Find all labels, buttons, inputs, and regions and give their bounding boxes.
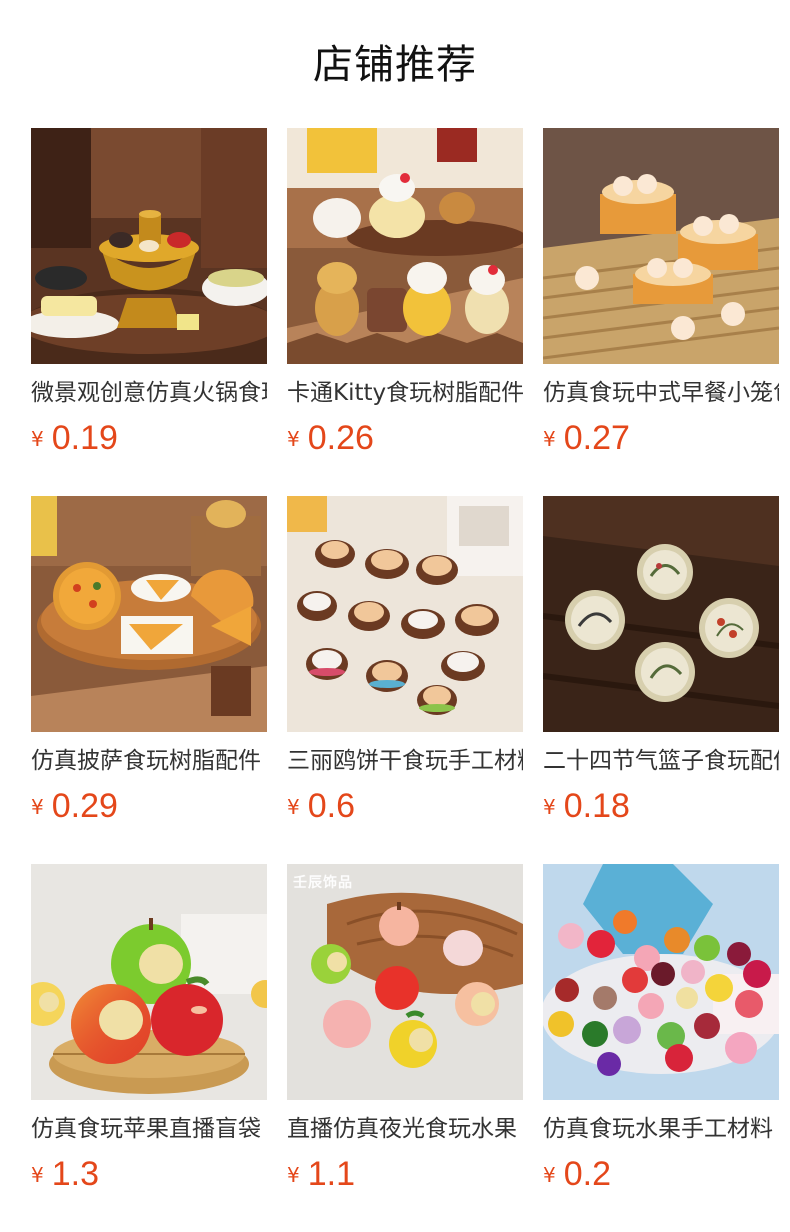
product-card[interactable]: 仿真披萨食玩树脂配件 ¥0.29 (31, 496, 267, 825)
currency-symbol: ¥ (31, 427, 44, 451)
product-card[interactable]: 壬辰饰品 直播仿真夜光食玩水果 ¥1.1 (287, 864, 523, 1193)
product-image-kitty[interactable] (287, 128, 523, 364)
product-image-steamed-buns[interactable] (543, 128, 779, 364)
product-price: ¥1.3 (31, 1152, 99, 1196)
product-image-hotpot[interactable] (31, 128, 267, 364)
currency-symbol: ¥ (287, 427, 300, 451)
image-watermark: 壬辰饰品 (293, 875, 353, 891)
currency-symbol: ¥ (31, 1163, 44, 1187)
price-value: 0.29 (51, 787, 118, 825)
product-image-glowing-fruit[interactable]: 壬辰饰品 (287, 864, 523, 1100)
section-title: 店铺推荐 (313, 42, 477, 88)
product-name[interactable]: 仿真食玩水果手工材料 (543, 1112, 779, 1146)
shop-recommendation-page: 店铺推荐 微景观创意仿真火锅食玩 ¥ 0.19 卡通Kitty食玩树脂配件 ¥ … (0, 0, 790, 1232)
product-price: ¥0.2 (543, 1152, 611, 1196)
product-name[interactable]: 仿真食玩苹果直播盲袋 (31, 1112, 267, 1146)
product-grid: 微景观创意仿真火锅食玩 ¥0.19 卡通Kitty食玩树脂配件 ¥ 0.26 仿… (31, 128, 779, 1193)
price-value: 0.6 (307, 787, 355, 825)
product-name[interactable]: 卡通Kitty食玩树脂配件 (287, 376, 523, 410)
product-name[interactable]: 直播仿真夜光食玩水果 (287, 1112, 523, 1146)
product-card[interactable]: 三丽鸥饼干食玩手工材料 ¥0.6 (287, 496, 523, 825)
product-image-bitten-apples[interactable] (31, 864, 267, 1100)
currency-symbol: ¥ (543, 795, 556, 819)
product-name[interactable]: 微景观创意仿真火锅食玩 (31, 376, 267, 410)
product-card[interactable]: 仿真食玩中式早餐小笼包 ¥0.27 (543, 128, 779, 457)
product-image-assorted-fruit[interactable] (543, 864, 779, 1100)
product-price: ¥0.6 (287, 784, 355, 828)
product-card[interactable]: 仿真食玩苹果直播盲袋 ¥1.3 (31, 864, 267, 1193)
product-card[interactable]: 仿真食玩水果手工材料 ¥0.2 (543, 864, 779, 1193)
currency-symbol: ¥ (543, 1163, 556, 1187)
product-price: ¥0.27 (543, 416, 630, 460)
price-value: 1.3 (51, 1155, 99, 1193)
product-price: ¥0.18 (543, 784, 630, 828)
product-price: ¥1.1 (287, 1152, 355, 1196)
product-card[interactable]: 二十四节气篮子食玩配件 ¥0.18 (543, 496, 779, 825)
product-name[interactable]: 仿真披萨食玩树脂配件 (31, 744, 267, 778)
price-value: 0.18 (563, 787, 630, 825)
price-value: 0.19 (51, 419, 118, 457)
price-value: 0.26 (307, 419, 374, 457)
price-value: 0.27 (563, 419, 630, 457)
product-card[interactable]: 卡通Kitty食玩树脂配件 ¥0.26 (287, 128, 523, 457)
currency-symbol: ¥ (287, 1163, 300, 1187)
product-price: ¥0.19 (31, 416, 118, 460)
product-price: ¥0.26 (287, 416, 374, 460)
product-name[interactable]: 二十四节气篮子食玩配件 (543, 744, 779, 778)
currency-symbol: ¥ (31, 795, 44, 819)
price-value: 0.2 (563, 1155, 611, 1193)
product-image-pizza[interactable] (31, 496, 267, 732)
currency-symbol: ¥ (287, 795, 300, 819)
price-value: 1.1 (307, 1155, 355, 1193)
product-name[interactable]: 仿真食玩中式早餐小笼包 (543, 376, 779, 410)
product-image-solar-terms-plates[interactable] (543, 496, 779, 732)
product-name[interactable]: 三丽鸥饼干食玩手工材料 (287, 744, 523, 778)
product-card[interactable]: 微景观创意仿真火锅食玩 ¥0.19 (31, 128, 267, 457)
product-image-sanrio-cookies[interactable] (287, 496, 523, 732)
currency-symbol: ¥ (543, 427, 556, 451)
product-price: ¥0.29 (31, 784, 118, 828)
